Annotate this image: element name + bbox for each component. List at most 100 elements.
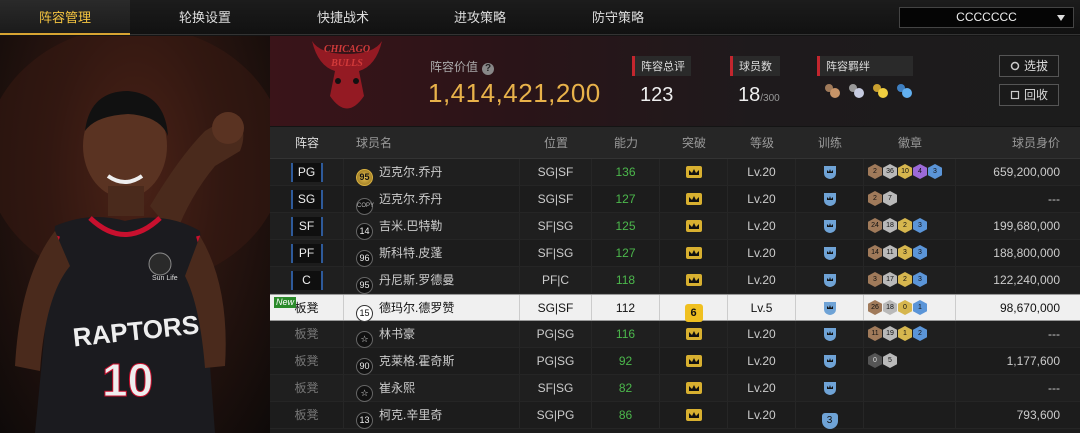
player-name-cell[interactable]: 15 德玛尔.德罗赞 [344,295,520,322]
silver-chem-icon[interactable] [847,82,865,100]
bronze-badge-icon: 14 [868,245,882,260]
crown-icon [685,273,703,287]
player-name-cell[interactable]: 90 克莱格.霍奇斯 [344,348,520,375]
col-lineup[interactable]: 阵容 [270,127,344,158]
recycle-icon [1010,90,1020,100]
select-button-label: 选拔 [1023,59,1048,73]
player-level: Lv.20 [728,348,796,374]
badges-cell[interactable]: 2 36 10 4 3 [864,159,956,185]
training-cell[interactable] [796,159,864,185]
breakthrough-cell[interactable] [660,375,728,401]
training-cell[interactable] [796,267,864,293]
breakthrough-cell[interactable] [660,213,728,239]
col-training[interactable]: 训练 [796,127,864,158]
player-count-stat: 球员数 18/300 [730,56,780,107]
player-name-cell[interactable]: COPY 迈克尔.乔丹 [344,186,520,215]
tab-offense[interactable]: 进攻策略 [415,0,545,35]
player-name-cell[interactable]: ☆ 林书豪 [344,321,520,348]
table-row[interactable]: 板凳 90 克莱格.霍奇斯 PG|SG 92 Lv.20 0 5 1,177,600 [270,348,1080,375]
badges-cell[interactable]: 11 19 1 2 [864,321,956,347]
col-breakthrough[interactable]: 突破 [660,127,728,158]
badges-cell[interactable]: 24 18 2 3 [864,213,956,239]
breakthrough-cell[interactable] [660,186,728,212]
col-player-name[interactable]: 球员名 [344,127,520,158]
new-tag: New [274,297,297,308]
training-cell[interactable] [796,240,864,266]
badges-cell[interactable]: 3 17 2 3 [864,267,956,293]
breakthrough-cell[interactable] [660,240,728,266]
position-slot: SF [290,217,323,236]
gold-badge-icon: 1 [898,326,912,341]
col-rating[interactable]: 能力 [592,127,660,158]
table-row[interactable]: 板凳 ☆ 林书豪 PG|SG 116 Lv.20 11 19 1 2 --- [270,321,1080,348]
gold-chem-icon[interactable] [871,82,889,100]
badges-cell[interactable] [864,402,956,428]
breakthrough-cell[interactable] [660,402,728,428]
tab-quick-tactics[interactable]: 快捷战术 [278,0,408,35]
player-name-cell[interactable]: 95 丹尼斯.罗德曼 [344,267,520,294]
badges-cell[interactable]: 27 [864,186,956,212]
breakthrough-cell[interactable]: 6 [660,295,728,322]
player-level: Lv.20 [728,159,796,185]
training-cell[interactable] [796,375,864,401]
training-cell[interactable] [796,348,864,374]
badges-cell[interactable]: 26 18 0 1 [864,295,956,320]
player-ovr-badge: 95 [356,277,373,294]
crown-icon [685,327,703,341]
breakthrough-cell[interactable] [660,267,728,293]
svg-text:CHICAGO: CHICAGO [324,44,370,55]
player-name: 迈克尔.乔丹 [379,192,443,206]
badges-cell[interactable]: 14 11 3 3 [864,240,956,266]
player-name-cell[interactable]: 96 斯科特.皮蓬 [344,240,520,267]
tab-rotation[interactable]: 轮换设置 [140,0,270,35]
breakthrough-cell[interactable] [660,321,728,347]
table-row[interactable]: PG 95 迈克尔.乔丹 SG|SF 136 Lv.20 2 36 10 4 3 659,200,00… [270,159,1080,186]
badges-cell[interactable] [864,375,956,401]
col-salary[interactable]: 球员身价 [956,127,1080,158]
training-cell[interactable] [796,186,864,212]
badges-cell[interactable]: 05 [864,348,956,374]
help-icon[interactable]: ? [482,63,495,75]
position-slot: PF [290,244,323,263]
table-row[interactable]: 板凳 13 柯克.辛里奇 SG|PG 86 Lv.20 3 793,600 [270,402,1080,429]
squad-select[interactable]: CCCCCCC [899,7,1074,28]
blue-chem-icon[interactable] [895,82,913,100]
player-portrait: Sun Life RAPTORS 10 [0,36,270,433]
player-ovr-badge: ☆ [356,331,373,348]
breakthrough-cell[interactable] [660,159,728,185]
table-body: PG 95 迈克尔.乔丹 SG|SF 136 Lv.20 2 36 10 4 3 659,200,00… [270,159,1080,429]
select-button[interactable]: 选拔 [999,55,1059,77]
table-row[interactable]: 板凳 ☆ 崔永熙 SF|SG 82 Lv.20 --- [270,375,1080,402]
table-row[interactable]: C 95 丹尼斯.罗德曼 PF|C 118 Lv.20 3 17 2 3 122,240,000 [270,267,1080,294]
player-rating: 127 [592,186,660,212]
table-row[interactable]: SF 14 吉米.巴特勒 SF|SG 125 Lv.20 24 18 2 3 199,680,000 [270,213,1080,240]
table-row[interactable]: SG COPY 迈克尔.乔丹 SG|SF 127 Lv.20 2 7 --- [270,186,1080,215]
training-cell[interactable] [796,295,864,320]
training-cell[interactable] [796,321,864,347]
training-cell[interactable] [796,213,864,239]
player-ovr-badge: 95 [356,169,373,186]
recycle-button[interactable]: 回收 [999,84,1059,106]
table-row[interactable]: PF 96 斯科特.皮蓬 SF|SG 127 Lv.20 14 11 3 3 188,800,000 [270,240,1080,267]
player-name-cell[interactable]: ☆ 崔永熙 [344,375,520,402]
player-positions: SF|SG [520,213,592,239]
player-level: Lv.20 [728,375,796,401]
player-name-cell[interactable]: 14 吉米.巴特勒 [344,213,520,240]
col-level[interactable]: 等级 [728,127,796,158]
player-name-cell[interactable]: 13 柯克.辛里奇 [344,402,520,429]
bronze-badge-icon: 26 [868,300,882,315]
player-name-cell[interactable]: 95 迈克尔.乔丹 [344,159,520,186]
lineup-slot-cell: PG [270,159,344,185]
tab-defense[interactable]: 防守策略 [553,0,683,35]
crown-icon [685,165,703,179]
silver-badge-icon: 7 [883,191,897,206]
table-row[interactable]: New 板凳 15 德玛尔.德罗赞 SG|SF 112 6 Lv.5 26 18 0 1 98,670,… [270,294,1080,322]
bronze-chem-icon[interactable] [823,82,841,100]
tab-lineup[interactable]: 阵容管理 [0,0,130,35]
silver-badge-icon: 18 [883,218,897,233]
breakthrough-cell[interactable] [660,348,728,374]
col-position[interactable]: 位置 [520,127,592,158]
training-cell[interactable]: 3 [796,402,864,429]
badge-list [864,375,955,380]
col-badges[interactable]: 徽章 [864,127,956,158]
